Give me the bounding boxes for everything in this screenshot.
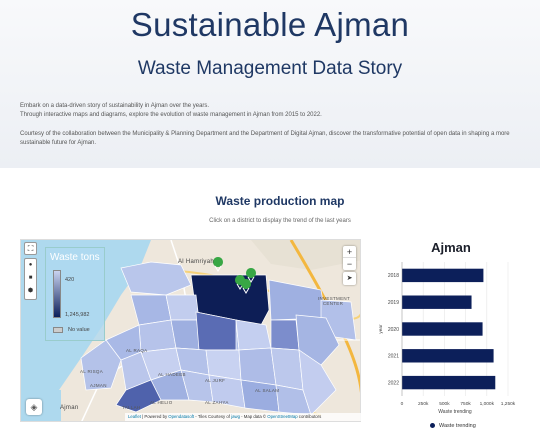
chart-y-tick-label: 2019 (388, 300, 399, 306)
page-subtitle: Waste Management Data Story (137, 58, 403, 79)
map-attribution: Leaflet | Powered by Opendatasoft - Tile… (125, 413, 361, 421)
map-label-al-jurf: AL JURF (205, 378, 226, 383)
chart-bar (402, 268, 484, 283)
chart-bar (402, 322, 483, 336)
chart-x-tick-label: 250k (418, 401, 429, 407)
map-draw-toolbar: ● ■ ⬢ (24, 258, 37, 300)
waste-trend-chart: Ajman 0 250k 500k 750k 1,000k 1,250k 2018 2019 2… (374, 236, 528, 434)
draw-square-icon[interactable]: ■ (25, 272, 36, 285)
map-label-al-risqa: AL RISQA (80, 369, 103, 374)
map-section-title: Waste production map (215, 194, 345, 208)
map-label-al-hadeeb: AL HADEEB (158, 372, 186, 377)
legend-gradient (53, 270, 61, 318)
chart-x-tick-label: 1,000k (480, 401, 495, 407)
map-instruction: Click on a district to display the trend… (209, 218, 351, 224)
legend-min-value: 420 (65, 277, 75, 283)
osm-link[interactable]: OpenStreetMap (267, 414, 297, 419)
chart-y-tick-label: 2021 (388, 354, 399, 360)
district-polygon[interactable] (238, 347, 277, 386)
courtesy-text: Courtesy of the collaboration between th… (20, 131, 510, 146)
leaflet-link[interactable]: Leaflet (128, 414, 141, 419)
chart-y-tick-label: 2018 (388, 273, 399, 279)
intro-line-2: Through interactive maps and diagrams, e… (20, 112, 322, 118)
page-title: Sustainable Ajman (130, 6, 410, 43)
zoom-control: + − (343, 246, 356, 270)
chart-y-tick-label: 2020 (388, 327, 399, 333)
map-label-al-zahya: AL ZAHYA (205, 400, 229, 405)
fullscreen-button[interactable]: ⛶ (24, 242, 37, 255)
hero-banner: Sustainable Ajman Waste Management Data … (0, 0, 540, 168)
map-label-ajman: AJMAN (90, 383, 107, 388)
chart-x-axis-label: Waste trending (438, 409, 472, 415)
district-polygon[interactable] (270, 347, 304, 391)
attrib-powered: | Powered by (140, 414, 169, 419)
zoom-out-button[interactable]: − (343, 258, 356, 270)
district-polygon[interactable] (165, 294, 200, 321)
map-label-investment-center: INVESTMENT CENTER (318, 296, 351, 306)
chart-x-tick-label: 0 (401, 401, 404, 407)
legend-no-value-swatch (53, 327, 63, 333)
opendatasoft-link[interactable]: Opendatasoft (168, 414, 194, 419)
chart-legend-swatch (430, 423, 435, 429)
legend-max-value: 1,245,982 (65, 312, 90, 318)
draw-polygon-icon[interactable]: ⬢ (25, 285, 36, 298)
attrib-mapdata: - Map data © (239, 414, 268, 419)
intro-line-1: Embark on a data-driven story of sustain… (20, 103, 210, 109)
draw-point-icon[interactable]: ● (25, 259, 36, 272)
chart-legend: Waste trending (430, 423, 476, 429)
chart-x-tick-label: 500k (439, 401, 450, 407)
attrib-contributors: contributors (297, 414, 322, 419)
intro-text: Embark on a data-driven story of sustain… (20, 102, 520, 120)
chart-legend-label: Waste trending (439, 423, 476, 429)
map-label-al-salam: AL SALAM (255, 388, 280, 393)
district-polygon[interactable] (270, 319, 300, 351)
district-polygon[interactable] (240, 379, 280, 413)
attrib-tiles: - Tiles Courtesy of (194, 414, 232, 419)
chart-bar (402, 375, 496, 390)
map-label-al-helio: AL HELIO (150, 400, 173, 405)
chart-bar (402, 295, 472, 309)
chart-y-axis-label: year (378, 324, 384, 334)
legend-no-value-label: No value (68, 327, 90, 333)
chart-y-tick-label: 2022 (388, 380, 399, 386)
chart-x-tick-label: 1,250k (501, 401, 516, 407)
map-label-ajman-city: Ajman (60, 405, 79, 411)
zoom-in-button[interactable]: + (343, 246, 356, 258)
map-label-al-hamriyah: Al Hamriyah (178, 259, 214, 265)
map-label-al-raqa: AL RAQA (126, 348, 148, 353)
legend-title: Waste tons (50, 252, 100, 263)
locate-button[interactable]: ➤ (343, 272, 356, 285)
jawg-link[interactable]: jawg (231, 414, 240, 419)
chart-canvas: 0 250k 500k 750k 1,000k 1,250k 2018 2019 2020 202… (378, 262, 516, 415)
chart-bar (402, 349, 494, 363)
chart-x-tick-label: 750k (460, 401, 471, 407)
layers-icon[interactable]: ◈ (26, 399, 42, 415)
map-label-tallah: TALLAH (122, 405, 141, 410)
map-legend: Waste tons 420 1,245,982 No value (45, 247, 105, 341)
